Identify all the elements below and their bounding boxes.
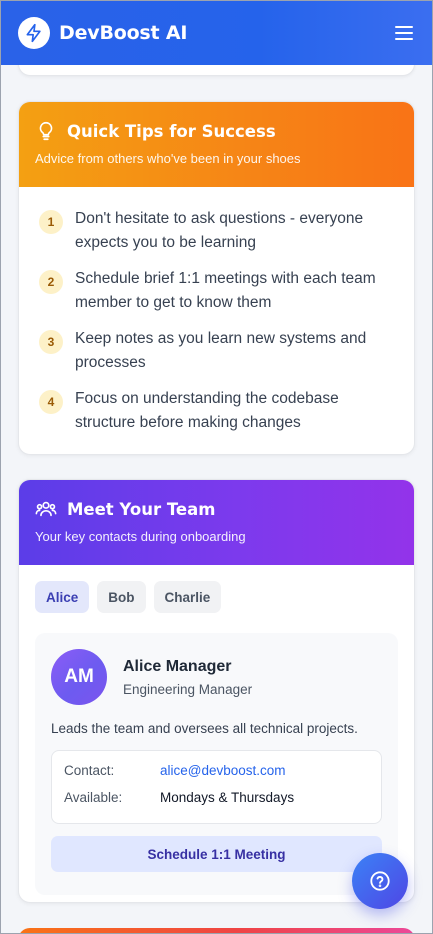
brand-name: DevBoost AI	[59, 21, 188, 44]
meet-team-subtitle: Your key contacts during onboarding	[35, 529, 246, 544]
tip-text: Schedule brief 1:1 meetings with each te…	[75, 270, 376, 311]
list-item: 2 Schedule brief 1:1 meetings with each …	[39, 267, 394, 315]
quick-tips-title: Quick Tips for Success	[67, 121, 276, 141]
lightbulb-icon	[39, 121, 53, 141]
quick-tips-card: Quick Tips for Success Advice from other…	[18, 101, 415, 455]
app-header: DevBoost AI	[0, 0, 433, 65]
member-role: Engineering Manager	[123, 681, 253, 697]
contact-label: Contact:	[64, 763, 115, 778]
meet-team-header: Meet Your Team Your key contacts during …	[19, 480, 414, 565]
tab-bob[interactable]: Bob	[97, 581, 146, 613]
list-item: 3 Keep notes as you learn new systems an…	[39, 327, 394, 375]
meet-team-card: Meet Your Team Your key contacts during …	[18, 479, 415, 903]
users-icon	[35, 501, 57, 517]
quick-tips-header: Quick Tips for Success Advice from other…	[19, 102, 414, 187]
quick-tips-subtitle: Advice from others who've been in your s…	[35, 151, 301, 166]
team-tabs: Alice Bob Charlie	[19, 565, 414, 613]
logo[interactable]	[18, 16, 50, 49]
available-label: Available:	[64, 790, 123, 805]
tip-text: Keep notes as you learn new systems and …	[75, 330, 367, 371]
meet-team-title: Meet Your Team	[67, 499, 216, 519]
hamburger-menu-icon	[395, 25, 413, 28]
next-card-header	[18, 928, 415, 934]
tab-charlie[interactable]: Charlie	[153, 581, 222, 613]
tip-number-badge: 1	[39, 210, 63, 234]
list-item: 4 Focus on understanding the codebase st…	[39, 387, 394, 435]
member-name: Alice Manager	[123, 657, 232, 675]
tip-text: Focus on understanding the codebase stru…	[75, 390, 339, 431]
contact-email-link[interactable]: alice@devboost.com	[160, 763, 286, 778]
lightning-bolt-icon	[26, 23, 41, 42]
schedule-meeting-button[interactable]: Schedule 1:1 Meeting	[51, 836, 382, 872]
list-item: 1 Don't hesitate to ask questions - ever…	[39, 207, 394, 255]
member-profile: AM Alice Manager Engineering Manager Lea…	[35, 633, 398, 895]
menu-button[interactable]	[395, 25, 415, 41]
help-button[interactable]	[352, 853, 408, 909]
tip-number-badge: 3	[39, 330, 63, 354]
member-description: Leads the team and oversees all technica…	[51, 721, 358, 736]
tips-list: 1 Don't hesitate to ask questions - ever…	[19, 187, 414, 435]
tip-number-badge: 4	[39, 390, 63, 414]
avatar: AM	[51, 649, 107, 705]
tab-alice[interactable]: Alice	[35, 581, 90, 613]
question-mark-icon	[370, 871, 390, 891]
tip-text: Don't hesitate to ask questions - everyo…	[75, 210, 364, 251]
available-value: Mondays & Thursdays	[160, 790, 295, 805]
tip-number-badge: 2	[39, 270, 63, 294]
member-info: Contact: alice@devboost.com Available: M…	[51, 750, 382, 824]
